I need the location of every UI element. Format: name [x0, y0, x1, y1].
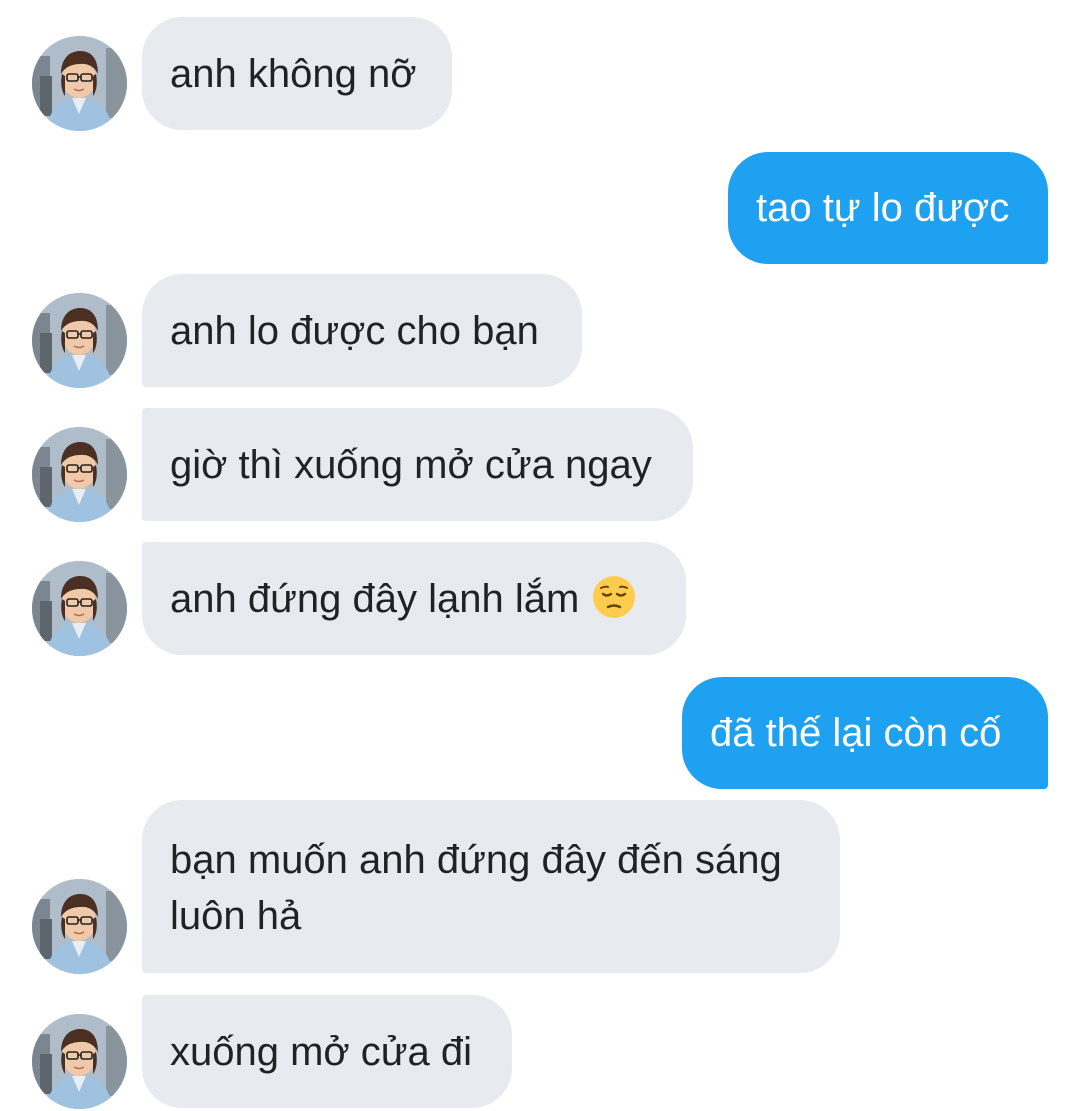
message-incoming[interactable]: anh đứng đây lạnh lắm — [0, 542, 1080, 656]
pensive-face-icon — [591, 574, 637, 620]
message-incoming[interactable]: anh không nỡ — [0, 17, 1080, 131]
message-text: anh lo được cho bạn — [170, 308, 539, 353]
message-bubble[interactable]: anh đứng đây lạnh lắm — [142, 542, 686, 655]
avatar[interactable] — [32, 427, 127, 522]
message-text: xuống mở cửa đi — [170, 1029, 473, 1074]
message-text: tao tự lo được — [756, 186, 1010, 230]
message-bubble[interactable]: xuống mở cửa đi — [142, 995, 512, 1108]
message-bubble[interactable]: anh không nỡ — [142, 17, 452, 130]
avatar[interactable] — [32, 879, 127, 974]
message-text: anh không nỡ — [170, 51, 417, 96]
message-text: đã thế lại còn cố — [710, 711, 1002, 755]
message-incoming[interactable]: xuống mở cửa đi — [0, 995, 1080, 1109]
message-bubble[interactable]: giờ thì xuống mở cửa ngay — [142, 408, 693, 521]
avatar[interactable] — [32, 1014, 127, 1109]
message-incoming[interactable]: anh lo được cho bạn — [0, 274, 1080, 388]
avatar[interactable] — [32, 293, 127, 388]
message-text: anh đứng đây lạnh lắm — [170, 576, 580, 621]
avatar[interactable] — [32, 561, 127, 656]
message-text: giờ thì xuống mở cửa ngay — [170, 442, 652, 487]
avatar[interactable] — [32, 36, 127, 131]
message-bubble[interactable]: anh lo được cho bạn — [142, 274, 582, 387]
message-bubble[interactable]: bạn muốn anh đứng đây đến sáng luôn hả — [142, 800, 840, 973]
message-bubble[interactable]: tao tự lo được — [728, 152, 1048, 264]
message-incoming[interactable]: giờ thì xuống mở cửa ngay — [0, 408, 1080, 522]
message-outgoing[interactable]: đã thế lại còn cố — [0, 677, 1080, 790]
message-bubble[interactable]: đã thế lại còn cố — [682, 677, 1048, 789]
message-outgoing[interactable]: tao tự lo được — [0, 152, 1080, 265]
message-incoming[interactable]: bạn muốn anh đứng đây đến sáng luôn hả — [0, 800, 1080, 974]
message-text: bạn muốn anh đứng đây đến sáng luôn hả — [170, 838, 782, 938]
